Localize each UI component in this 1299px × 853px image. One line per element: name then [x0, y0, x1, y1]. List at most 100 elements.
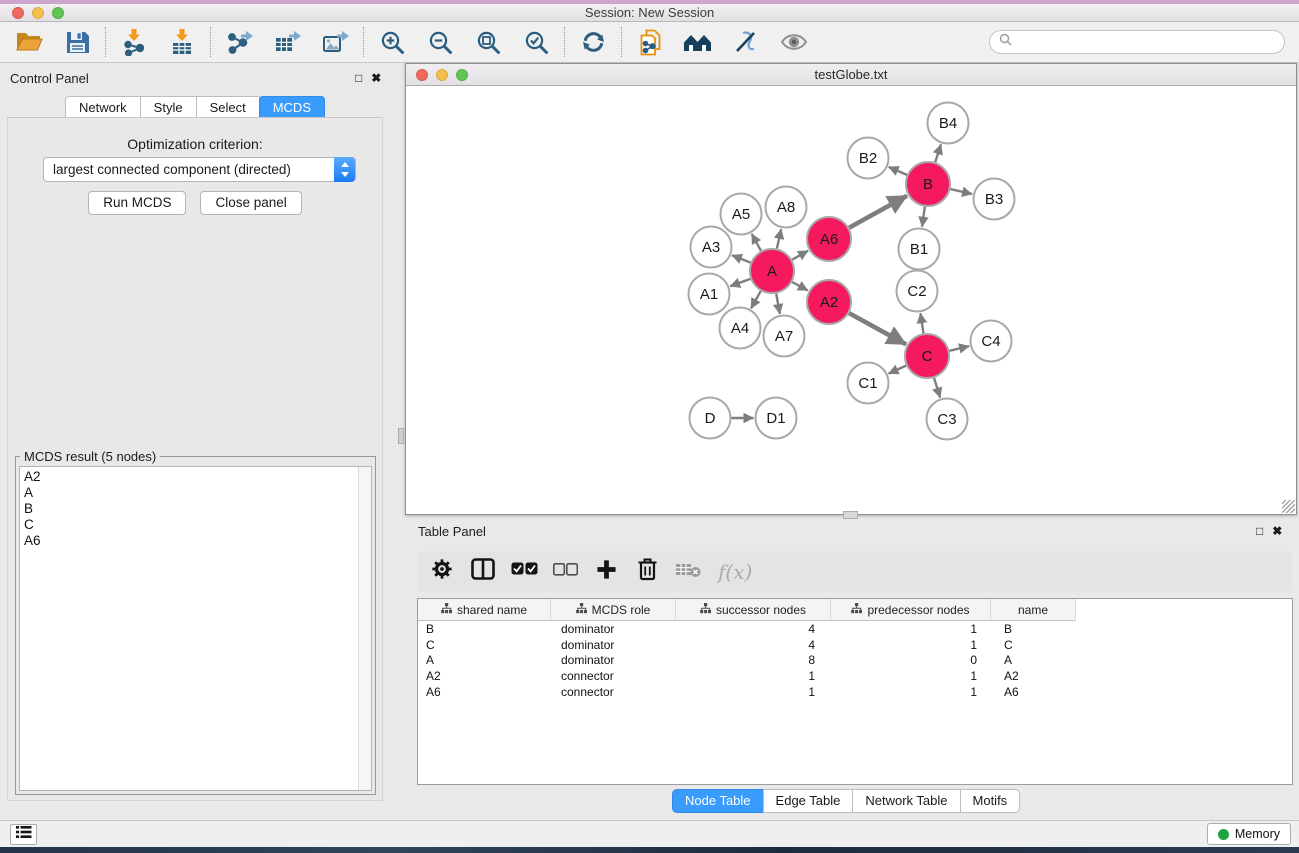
import-table-button[interactable]	[167, 27, 197, 57]
graph-edge-C-C3[interactable]	[934, 378, 940, 398]
graph-node-C3[interactable]: C3	[927, 399, 968, 440]
table-cell[interactable]: 0	[831, 653, 991, 667]
mcds-result-item[interactable]: A6	[20, 533, 371, 549]
graph-edge-C-C2[interactable]	[920, 313, 923, 333]
graph-node-B2[interactable]: B2	[848, 138, 889, 179]
table-cell[interactable]: connector	[551, 685, 676, 699]
zoom-in-button[interactable]	[377, 27, 407, 57]
graph-node-A2[interactable]: A2	[807, 280, 851, 324]
table-cell[interactable]: A6	[991, 685, 1076, 699]
task-history-button[interactable]	[10, 824, 37, 845]
float-table-panel-icon[interactable]: □	[1256, 524, 1263, 538]
graph-edge-C-C1[interactable]	[889, 366, 907, 374]
table-row[interactable]: Bdominator41B	[418, 621, 1292, 637]
graph-edge-A-A5[interactable]	[752, 234, 761, 251]
export-image-button[interactable]	[320, 27, 350, 57]
delete-columns-button[interactable]	[634, 558, 660, 586]
deselect-all-button[interactable]	[552, 558, 578, 586]
network-window-titlebar[interactable]: testGlobe.txt	[406, 64, 1296, 86]
table-cell[interactable]: A2	[991, 669, 1076, 683]
graph-edge-B-B2[interactable]	[889, 167, 907, 175]
graph-node-D1[interactable]: D1	[756, 398, 797, 439]
graph-node-A6[interactable]: A6	[807, 217, 851, 261]
resize-grip-icon[interactable]	[1282, 500, 1295, 513]
mcds-result-list[interactable]: A2ABCA6	[19, 466, 372, 791]
graph-node-A1[interactable]: A1	[689, 274, 730, 315]
graph-edge-A-A6[interactable]	[792, 251, 808, 260]
table-cell[interactable]: dominator	[551, 622, 676, 636]
export-table-button[interactable]	[272, 27, 302, 57]
graph-node-C2[interactable]: C2	[897, 271, 938, 312]
select-all-button[interactable]	[511, 558, 537, 586]
graph-edge-A6-B[interactable]	[849, 196, 907, 228]
table-cell[interactable]: 1	[831, 622, 991, 636]
table-cell[interactable]: 4	[676, 622, 831, 636]
zoom-out-button[interactable]	[425, 27, 455, 57]
table-cell[interactable]: C	[418, 638, 551, 652]
table-cell[interactable]: connector	[551, 669, 676, 683]
criterion-dropdown[interactable]: largest connected component (directed)	[43, 157, 356, 182]
graph-node-A3[interactable]: A3	[691, 227, 732, 268]
network-canvas[interactable]: B4B2BB3A8A5A6A3B1AC2A1A2A4A7C4CC1C3DD1	[406, 87, 1296, 514]
graph-node-C[interactable]: C	[905, 334, 949, 378]
graph-node-A7[interactable]: A7	[764, 316, 805, 357]
save-session-button[interactable]	[62, 27, 92, 57]
table-cell[interactable]: 1	[831, 669, 991, 683]
graph-edge-A-A8[interactable]	[777, 229, 781, 249]
graph-node-B3[interactable]: B3	[974, 179, 1015, 220]
graph-edge-A-A7[interactable]	[776, 294, 780, 314]
tab-edge-table[interactable]: Edge Table	[763, 789, 854, 813]
table-cell[interactable]: C	[991, 638, 1076, 652]
table-row[interactable]: A2connector11A2	[418, 668, 1292, 684]
table-cell[interactable]: 1	[676, 669, 831, 683]
network-from-selection-button[interactable]	[635, 27, 665, 57]
run-mcds-button[interactable]: Run MCDS	[88, 191, 186, 215]
result-scrollbar[interactable]	[358, 467, 371, 790]
table-settings-button[interactable]	[429, 558, 455, 586]
mcds-result-item[interactable]: A	[20, 485, 371, 501]
import-network-button[interactable]	[119, 27, 149, 57]
table-row[interactable]: A6connector11A6	[418, 684, 1292, 700]
network-view-window[interactable]: testGlobe.txt B4B2BB3A8A5A6A3B1AC2A1A2A4…	[405, 63, 1297, 515]
tab-motifs[interactable]: Motifs	[960, 789, 1021, 813]
table-cell[interactable]: A6	[418, 685, 551, 699]
graph-edge-A2-C[interactable]	[849, 313, 906, 344]
graph-edge-B-B3[interactable]	[950, 189, 972, 194]
column-header-predecessor-nodes[interactable]: predecessor nodes	[831, 599, 991, 621]
graph-node-A[interactable]: A	[750, 249, 794, 293]
graph-node-B[interactable]: B	[906, 162, 950, 206]
table-cell[interactable]: 4	[676, 638, 831, 652]
table-cell[interactable]: 1	[831, 685, 991, 699]
column-visibility-button[interactable]	[470, 558, 496, 586]
table-cell[interactable]: A2	[418, 669, 551, 683]
table-cell[interactable]: A	[991, 653, 1076, 667]
column-header-shared-name[interactable]: shared name	[418, 599, 551, 621]
home-button[interactable]	[683, 27, 713, 57]
table-cell[interactable]: B	[418, 622, 551, 636]
table-cell[interactable]: A	[418, 653, 551, 667]
close-panel-icon[interactable]: ✖	[371, 71, 381, 85]
mcds-result-item[interactable]: B	[20, 501, 371, 517]
tab-network-table[interactable]: Network Table	[852, 789, 960, 813]
graph-node-C4[interactable]: C4	[971, 321, 1012, 362]
graph-edge-B-B4[interactable]	[935, 144, 941, 162]
table-cell[interactable]: 8	[676, 653, 831, 667]
graph-node-A5[interactable]: A5	[721, 194, 762, 235]
main-titlebar[interactable]: Session: New Session	[0, 4, 1299, 22]
table-cell[interactable]: 1	[831, 638, 991, 652]
graph-edge-A-A3[interactable]	[732, 255, 751, 262]
table-row[interactable]: Cdominator41C	[418, 637, 1292, 653]
table-cell[interactable]: 1	[676, 685, 831, 699]
column-header-mcds-role[interactable]: MCDS role	[551, 599, 676, 621]
graph-edge-A-A1[interactable]	[730, 279, 750, 286]
graph-node-A4[interactable]: A4	[720, 308, 761, 349]
graph-edge-A-A4[interactable]	[751, 291, 761, 308]
open-session-button[interactable]	[14, 27, 44, 57]
graph-edge-B-B1[interactable]	[922, 207, 925, 227]
column-header-successor-nodes[interactable]: successor nodes	[676, 599, 831, 621]
zoom-selected-button[interactable]	[521, 27, 551, 57]
graph-edge-A-A2[interactable]	[792, 282, 808, 291]
table-cell[interactable]: dominator	[551, 653, 676, 667]
export-network-button[interactable]	[224, 27, 254, 57]
mcds-result-item[interactable]: A2	[20, 469, 371, 485]
